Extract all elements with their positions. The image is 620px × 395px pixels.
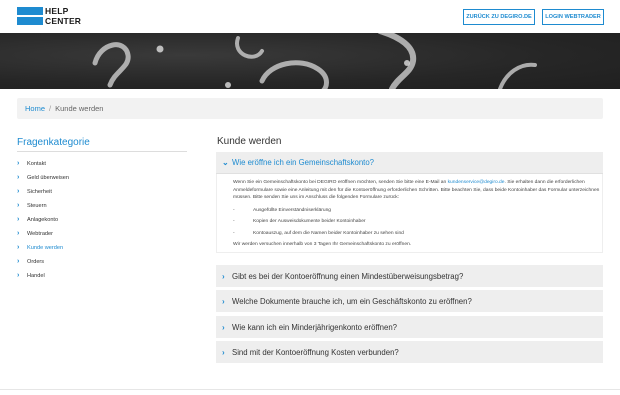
faq-question-button[interactable]: › Welche Dokumente brauche ich, um ein G…	[216, 290, 603, 312]
faq-question-button[interactable]: › Wie kann ich ein Minderjährigenkonto e…	[216, 316, 603, 338]
login-webtrader-button[interactable]: LOGIN WEBTRADER	[542, 9, 604, 25]
faq-question-button[interactable]: › Gibt es bei der Kontoeröffnung einen M…	[216, 265, 603, 287]
sidebar-item-webtrader[interactable]: › Webtrader	[17, 227, 187, 241]
breadcrumb-current: Kunde werden	[55, 104, 104, 113]
chevron-right-icon: ›	[17, 258, 20, 265]
sidebar-item-kontakt[interactable]: › Kontakt	[17, 157, 187, 171]
chevron-right-icon: ›	[222, 322, 225, 332]
sidebar-item-sicherheit[interactable]: › Sicherheit	[17, 185, 187, 199]
faq-item-mindestueberweisung: › Gibt es bei der Kontoeröffnung einen M…	[216, 265, 603, 287]
email-link[interactable]: kundenservice@degiro.de	[448, 180, 505, 185]
faq-question: Gibt es bei der Kontoeröffnung einen Min…	[232, 271, 464, 281]
chevron-right-icon: ›	[17, 202, 20, 209]
top-header: HELP CENTER ZURÜCK ZU DEGIRO.DE LOGIN WE…	[0, 0, 620, 33]
faq-item-kosten: › Sind mit der Kontoeröffnung Kosten ver…	[216, 341, 603, 363]
chevron-right-icon: ›	[17, 230, 20, 237]
sidebar-title: Fragenkategorie	[17, 137, 90, 148]
chevron-right-icon: ›	[222, 296, 225, 306]
faq-item-geschaeftskonto: › Welche Dokumente brauche ich, um ein G…	[216, 290, 603, 312]
back-to-degiro-button[interactable]: ZURÜCK ZU DEGIRO.DE	[463, 9, 535, 25]
chevron-right-icon: ›	[222, 347, 225, 357]
breadcrumb-separator: /	[49, 104, 52, 113]
logo-icon	[17, 7, 43, 26]
required-documents-list: - Ausgefüllte Einverständniserklärung - Ko…	[233, 205, 602, 240]
sidebar-item-kunde-werden[interactable]: › Kunde werden	[17, 241, 187, 255]
faq-answer-text: Wenn Sie ein Gemeinschaftskonto bei DEGI…	[233, 180, 600, 201]
chevron-right-icon: ›	[17, 188, 20, 195]
footer-divider	[0, 389, 620, 390]
chevron-right-icon: ›	[17, 174, 20, 181]
breadcrumb: Home / Kunde werden	[17, 98, 603, 119]
faq-question: Sind mit der Kontoeröffnung Kosten verbu…	[232, 347, 399, 357]
hero-banner	[0, 33, 620, 89]
faq-answer: Wenn Sie ein Gemeinschaftskonto bei DEGI…	[216, 174, 603, 253]
help-center-logo[interactable]: HELP CENTER	[17, 6, 87, 26]
faq-question: Wie eröffne ich ein Gemeinschaftskonto?	[232, 158, 375, 167]
category-list: › Kontakt › Geld überweisen › Sicherheit › S…	[17, 157, 187, 283]
sidebar-item-steuern[interactable]: › Steuern	[17, 199, 187, 213]
page-title: Kunde werden	[217, 136, 282, 147]
faq-item-gemeinschaftskonto: ⌄ Wie eröffne ich ein Gemeinschaftskonto…	[216, 152, 603, 253]
chevron-right-icon: ›	[17, 272, 20, 279]
faq-item-minderjaehrigenkonto: › Wie kann ich ein Minderjährigenkonto e…	[216, 316, 603, 338]
sidebar-item-handel[interactable]: › Handel	[17, 269, 187, 283]
chevron-right-icon: ›	[17, 216, 20, 223]
sidebar-item-anlagekonto[interactable]: › Anlagekonto	[17, 213, 187, 227]
faq-question-button[interactable]: ⌄ Wie eröffne ich ein Gemeinschaftskonto…	[216, 152, 603, 174]
chevron-right-icon: ›	[17, 160, 20, 167]
faq-answer-closing: Wir werden versuchen innerhalb von 3 Tag…	[233, 242, 412, 248]
logo-text: HELP CENTER	[45, 6, 82, 26]
list-item: - Kopien der Ausweisdokumente beider Kont…	[233, 219, 366, 225]
faq-question-button[interactable]: › Sind mit der Kontoeröffnung Kosten ver…	[216, 341, 603, 363]
list-item: - Ausgefüllte Einverständniserklärung	[233, 207, 332, 213]
sidebar-item-geld-ueberweisen[interactable]: › Geld überweisen	[17, 171, 187, 185]
chevron-right-icon: ›	[17, 244, 20, 251]
sidebar-divider	[17, 151, 187, 152]
list-item: - Kontoauszug, auf dem die Namen beider K…	[233, 230, 404, 236]
faq-question: Wie kann ich ein Minderjährigenkonto erö…	[232, 322, 397, 332]
faq-question: Welche Dokumente brauche ich, um ein Ges…	[232, 296, 472, 306]
sidebar-item-orders[interactable]: › Orders	[17, 255, 187, 269]
chevron-down-icon: ⌄	[222, 158, 229, 167]
breadcrumb-home-link[interactable]: Home	[25, 104, 45, 113]
chalk-question-marks-image	[92, 33, 537, 89]
chevron-right-icon: ›	[222, 271, 225, 281]
